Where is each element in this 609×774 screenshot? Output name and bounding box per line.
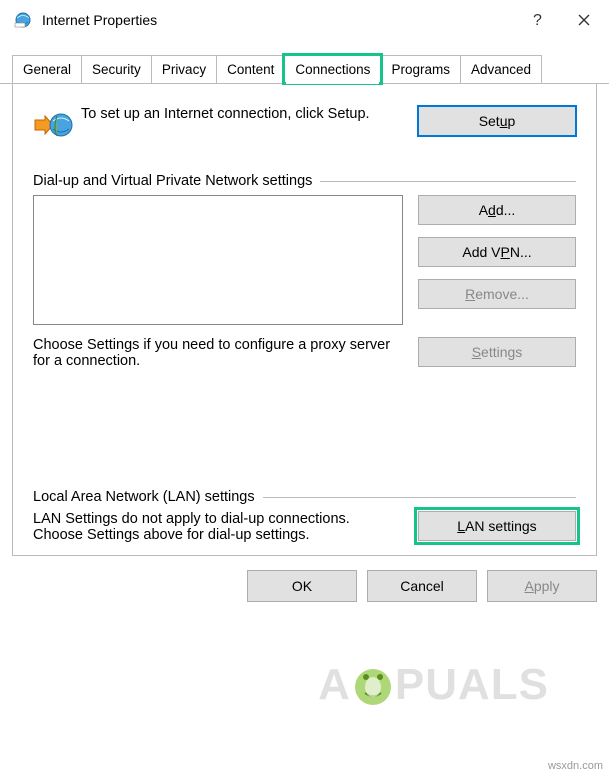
- close-button[interactable]: [561, 1, 607, 39]
- tab-panel-connections: To set up an Internet connection, click …: [12, 84, 597, 556]
- tab-connections[interactable]: Connections: [284, 55, 381, 83]
- add-vpn-button[interactable]: Add VPN...: [418, 237, 576, 267]
- ok-button[interactable]: OK: [247, 570, 357, 602]
- svg-text:?: ?: [533, 12, 542, 29]
- setup-description: To set up an Internet connection, click …: [81, 106, 418, 122]
- apply-button: Apply: [487, 570, 597, 602]
- cancel-button[interactable]: Cancel: [367, 570, 477, 602]
- setup-button[interactable]: Setup: [418, 106, 576, 136]
- tab-security[interactable]: Security: [81, 55, 152, 83]
- watermark: A PUALS: [318, 660, 549, 710]
- tab-privacy[interactable]: Privacy: [151, 55, 217, 83]
- lan-description: LAN Settings do not apply to dial-up con…: [33, 511, 418, 543]
- help-button[interactable]: ?: [515, 1, 561, 39]
- tab-advanced[interactable]: Advanced: [460, 55, 542, 83]
- tab-general[interactable]: General: [12, 55, 82, 83]
- internet-options-icon: [14, 11, 32, 29]
- dialup-heading: Dial-up and Virtual Private Network sett…: [33, 173, 576, 189]
- connections-listbox[interactable]: [33, 195, 403, 325]
- tab-strip: General Security Privacy Content Connect…: [0, 40, 609, 84]
- connection-wizard-icon: [33, 106, 81, 145]
- lan-heading: Local Area Network (LAN) settings: [33, 489, 576, 505]
- lan-settings-button[interactable]: LAN settings: [418, 511, 576, 541]
- tab-programs[interactable]: Programs: [380, 55, 461, 83]
- dialog-button-row: OK Cancel Apply: [0, 556, 609, 616]
- setup-row: To set up an Internet connection, click …: [33, 106, 576, 145]
- tab-content[interactable]: Content: [216, 55, 285, 83]
- add-button[interactable]: Add...: [418, 195, 576, 225]
- source-watermark: wsxdn.com: [548, 760, 603, 772]
- remove-button: Remove...: [418, 279, 576, 309]
- titlebar: Internet Properties ?: [0, 0, 609, 40]
- settings-button: Settings: [418, 337, 576, 367]
- proxy-description: Choose Settings if you need to configure…: [33, 337, 418, 369]
- window-title: Internet Properties: [42, 12, 515, 28]
